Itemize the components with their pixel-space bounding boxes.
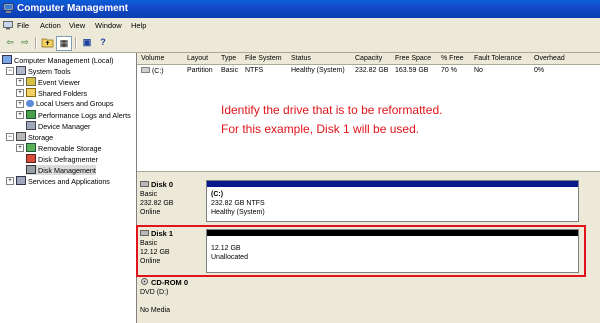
- status-cell: Healthy (System): [291, 67, 345, 74]
- percent-free-cell: 70 %: [441, 67, 457, 74]
- toolbar-separator: [75, 37, 77, 49]
- up-level-icon[interactable]: [40, 36, 54, 49]
- device-manager-icon: [26, 121, 36, 130]
- performance-icon: [26, 110, 36, 119]
- layout-cell: Partition: [187, 67, 213, 74]
- annotation-line: Identify the drive that is to be reforma…: [221, 103, 443, 117]
- column-header-fault-tolerance[interactable]: Fault Tolerance: [474, 55, 522, 62]
- tree-item-services-applications[interactable]: Services and Applications: [16, 176, 110, 186]
- disk-icon: [140, 181, 149, 187]
- type-cell: Basic: [221, 67, 239, 74]
- tree-item-shared-folders[interactable]: Shared Folders: [26, 88, 87, 98]
- tree-item-disk-management[interactable]: Disk Management: [26, 165, 96, 175]
- cdrom-0-label[interactable]: CD-ROM 0 DVD (D:) No Media: [140, 278, 188, 315]
- column-header-file-system[interactable]: File System: [245, 55, 282, 62]
- menu-action[interactable]: Action: [40, 21, 61, 30]
- free-space-cell: 163.59 GB: [395, 67, 429, 74]
- disk-1-highlight-box: [136, 225, 586, 277]
- shared-folder-icon: [26, 88, 36, 97]
- cdrom-icon: [141, 278, 148, 285]
- partition-c[interactable]: (C:) 232.82 GB NTFS Healthy (System): [206, 180, 579, 222]
- tree-item-storage[interactable]: Storage: [16, 132, 53, 142]
- properties-icon[interactable]: ▣: [80, 36, 94, 49]
- help-icon[interactable]: ?: [96, 36, 110, 49]
- window-title: Computer Management: [17, 3, 129, 14]
- system-menu-icon[interactable]: [3, 21, 13, 30]
- menu-bar: File Action View Window Help: [0, 18, 600, 34]
- disk-management-pane: Volume Layout Type File System Status Ca…: [136, 53, 600, 323]
- expand-icon[interactable]: +: [16, 100, 24, 108]
- show-hide-tree-icon[interactable]: ▦: [56, 36, 72, 51]
- tree-item-event-viewer[interactable]: Event Viewer: [26, 77, 80, 87]
- users-icon: [26, 100, 34, 107]
- expand-icon[interactable]: +: [16, 89, 24, 97]
- tree-item-removable-storage[interactable]: Removable Storage: [26, 143, 102, 153]
- instruction-annotation: Identify the drive that is to be reforma…: [221, 101, 442, 139]
- column-header-free-space[interactable]: Free Space: [395, 55, 431, 62]
- folder-up-icon: [41, 38, 53, 48]
- computer-management-icon: [3, 3, 14, 13]
- expand-icon[interactable]: +: [6, 177, 14, 185]
- column-header-status[interactable]: Status: [291, 55, 311, 62]
- toolbar-separator: [35, 37, 37, 49]
- drive-icon: [141, 67, 150, 73]
- column-header-layout[interactable]: Layout: [187, 55, 208, 62]
- removable-storage-icon: [26, 143, 36, 152]
- disk-0-label[interactable]: Disk 0 Basic 232.82 GB Online: [140, 180, 173, 217]
- storage-icon: [16, 132, 26, 141]
- defragmenter-icon: [26, 154, 36, 163]
- tools-icon: [16, 66, 26, 75]
- column-header-volume[interactable]: Volume: [141, 55, 164, 62]
- back-icon[interactable]: ⇦: [3, 36, 17, 49]
- tree-item-local-users[interactable]: Local Users and Groups: [26, 99, 114, 108]
- tree-item-device-manager[interactable]: Device Manager: [26, 121, 90, 131]
- file-system-cell: NTFS: [245, 67, 264, 74]
- title-bar: Computer Management: [0, 0, 600, 18]
- toolbar: ⇦ ⇨ ▦ ▣ ?: [0, 34, 600, 53]
- services-icon: [16, 176, 26, 185]
- forward-icon[interactable]: ⇨: [18, 36, 32, 49]
- tree-item-disk-defragmenter[interactable]: Disk Defragmenter: [26, 154, 98, 164]
- event-viewer-icon: [26, 77, 36, 86]
- computer-icon: [2, 55, 12, 64]
- capacity-cell: 232.82 GB: [355, 67, 389, 74]
- column-header-percent-free[interactable]: % Free: [441, 55, 464, 62]
- menu-view[interactable]: View: [69, 21, 85, 30]
- console-tree: Computer Management (Local) − System Too…: [0, 53, 137, 323]
- annotation-line: For this example, Disk 1 will be used.: [221, 122, 420, 136]
- column-header-type[interactable]: Type: [221, 55, 236, 62]
- expand-icon[interactable]: +: [16, 78, 24, 86]
- fault-tolerance-cell: No: [474, 67, 483, 74]
- menu-help[interactable]: Help: [131, 21, 146, 30]
- disk-management-icon: [26, 165, 36, 174]
- collapse-icon[interactable]: −: [6, 67, 14, 75]
- menu-window[interactable]: Window: [95, 21, 122, 30]
- expand-icon[interactable]: +: [16, 144, 24, 152]
- collapse-icon[interactable]: −: [6, 133, 14, 141]
- overhead-cell: 0%: [534, 67, 545, 74]
- volume-cell: (C:): [141, 67, 164, 75]
- column-header-overhead[interactable]: Overhead: [534, 55, 565, 62]
- tree-item-computer-management[interactable]: Computer Management (Local): [2, 55, 113, 65]
- expand-icon[interactable]: +: [16, 111, 24, 119]
- menu-file[interactable]: File: [17, 21, 29, 30]
- tree-item-performance-logs[interactable]: Performance Logs and Alerts: [26, 110, 131, 120]
- column-header-capacity[interactable]: Capacity: [355, 55, 382, 62]
- volume-list-header: Volume Layout Type File System Status Ca…: [137, 53, 600, 65]
- tree-item-system-tools[interactable]: System Tools: [16, 66, 71, 76]
